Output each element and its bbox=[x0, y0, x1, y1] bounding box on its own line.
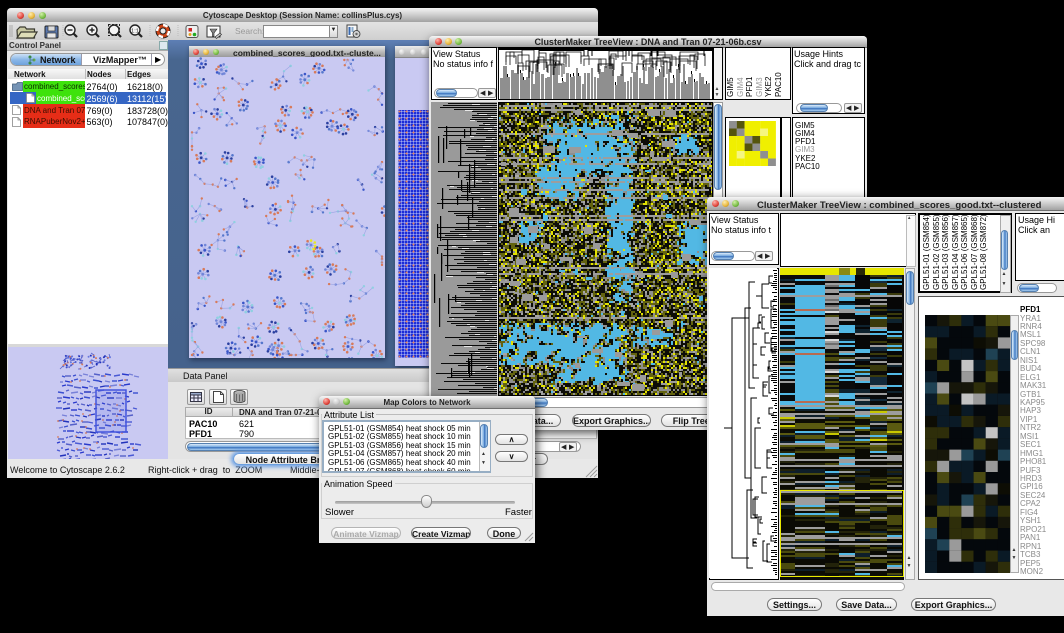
svg-text:1:1: 1:1 bbox=[131, 29, 139, 35]
